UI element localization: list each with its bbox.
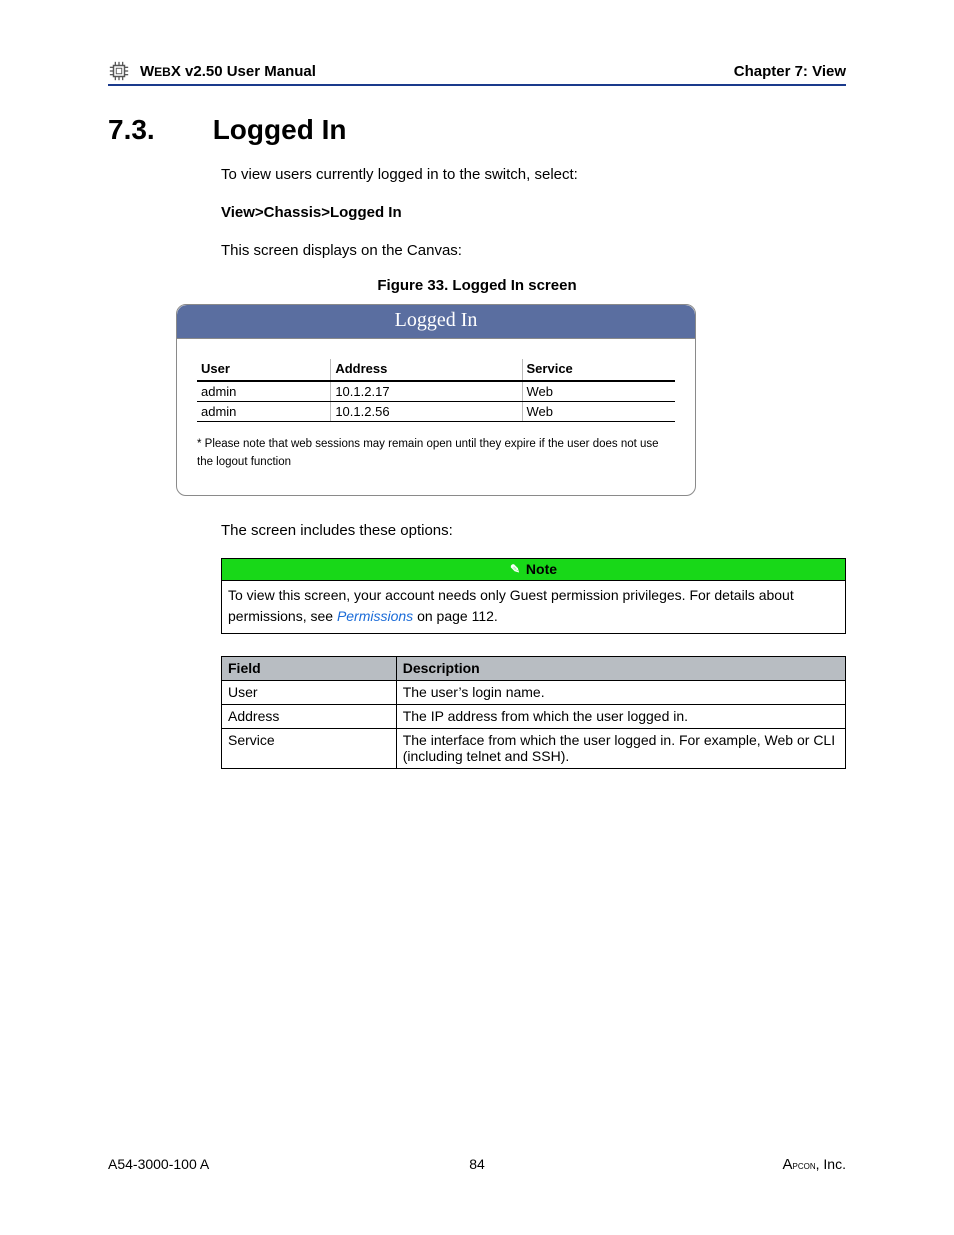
table-row: Service The interface from which the use… xyxy=(222,728,846,768)
section-number: 7.3. xyxy=(108,114,155,146)
note-icon: ✎ xyxy=(510,562,520,576)
page-footer: A54-3000-100 A 84 Apcon, Inc. xyxy=(108,1156,846,1173)
figure-footnote: * Please note that web sessions may rema… xyxy=(197,436,675,471)
note-head-text: Note xyxy=(526,561,557,577)
cell: admin xyxy=(197,381,331,402)
chip-icon xyxy=(108,60,130,82)
table-row: User The user’s login name. xyxy=(222,680,846,704)
table-row: admin 10.1.2.17 Web xyxy=(197,381,675,402)
chapter-label: Chapter 7: View xyxy=(734,63,846,80)
section-heading: 7.3. Logged In xyxy=(108,114,846,146)
note-text: on page 112. xyxy=(413,608,498,624)
note-head: ✎ Note xyxy=(222,559,845,581)
manual-title-text: WEBX v2.50 User Manual xyxy=(140,63,316,80)
col-header: Service xyxy=(522,359,675,381)
cell: 10.1.2.56 xyxy=(331,402,522,422)
table-header-row: Field Description xyxy=(222,656,846,680)
menu-path: View>Chassis>Logged In xyxy=(221,202,846,224)
table-row: admin 10.1.2.56 Web xyxy=(197,402,675,422)
page-header: WEBX v2.50 User Manual Chapter 7: View xyxy=(108,60,846,86)
permissions-link[interactable]: Permissions xyxy=(337,608,413,624)
cell: Web xyxy=(522,402,675,422)
figure-titlebar: Logged In xyxy=(177,305,695,339)
section-title: Logged In xyxy=(213,114,347,146)
col-header: Field xyxy=(222,656,397,680)
note-text: To view this screen, your account needs … xyxy=(228,587,794,624)
col-header: User xyxy=(197,359,331,381)
table-header-row: User Address Service xyxy=(197,359,675,381)
cell: Service xyxy=(222,728,397,768)
cell: 10.1.2.17 xyxy=(331,381,522,402)
cell: Web xyxy=(522,381,675,402)
table-row: Address The IP address from which the us… xyxy=(222,704,846,728)
col-header: Description xyxy=(396,656,845,680)
note-box: ✎ Note To view this screen, your account… xyxy=(221,558,846,634)
cell: User xyxy=(222,680,397,704)
body-text: The screen includes these options: xyxy=(221,520,846,542)
logged-in-table: User Address Service admin 10.1.2.17 Web… xyxy=(197,359,675,422)
field-description-table: Field Description User The user’s login … xyxy=(221,656,846,769)
figure-box: Logged In User Address Service admin 10.… xyxy=(176,304,696,496)
figure-caption: Figure 33. Logged In screen xyxy=(108,277,846,294)
cell: admin xyxy=(197,402,331,422)
note-body: To view this screen, your account needs … xyxy=(222,581,845,633)
cell: Address xyxy=(222,704,397,728)
cell: The interface from which the user logged… xyxy=(396,728,845,768)
col-header: Address xyxy=(331,359,522,381)
body-text: This screen displays on the Canvas: xyxy=(221,240,846,262)
footer-page-number: 84 xyxy=(108,1156,846,1172)
body-text: To view users currently logged in to the… xyxy=(221,164,846,186)
cell: The IP address from which the user logge… xyxy=(396,704,845,728)
cell: The user’s login name. xyxy=(396,680,845,704)
manual-title: WEBX v2.50 User Manual xyxy=(108,60,316,82)
